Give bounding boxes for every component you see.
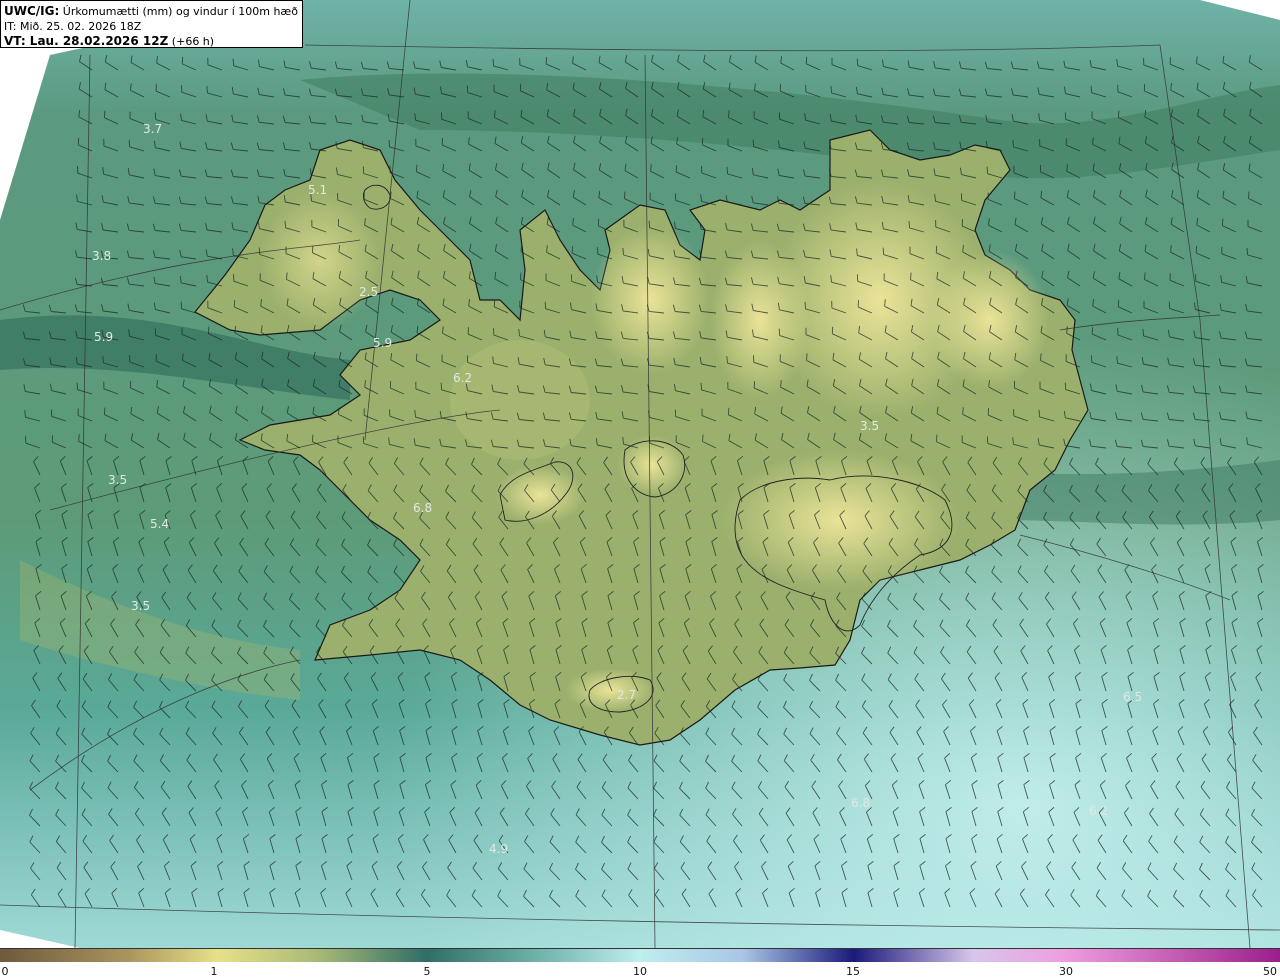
map-label: 6.8 <box>851 796 870 810</box>
map-label: 3.8 <box>92 249 111 263</box>
map-label: 5.9 <box>94 330 113 344</box>
colorbar-strip <box>0 949 1280 962</box>
map-label: 5.1 <box>308 183 327 197</box>
map-label: 4.9 <box>489 842 508 856</box>
map-label: 3.5 <box>131 599 150 613</box>
colorbar-tick: 1 <box>210 965 218 978</box>
colorbar-tick: 30 <box>1059 965 1073 978</box>
map-label: 6.8 <box>413 501 432 515</box>
map-label: 2.5 <box>359 285 378 299</box>
forecast-map: 3.7 5.1 3.8 2.5 5.9 5.9 6.2 3.5 3.5 5.4 … <box>0 0 1280 948</box>
colorbar-tick: 50 <box>1263 965 1277 978</box>
colorbar-tick: 10 <box>633 965 647 978</box>
map-label: 2.7 <box>617 688 636 702</box>
colorbar-tick: 5 <box>423 965 431 978</box>
map-label: 3.5 <box>108 473 127 487</box>
colorbar-tick: 15 <box>846 965 860 978</box>
map-label: 3.5 <box>860 419 879 433</box>
init-time: IT: Mið. 25. 02. 2026 18Z <box>4 19 142 33</box>
model-name: UWC/IG: <box>4 4 60 18</box>
map-label: 5.9 <box>373 336 392 350</box>
map-label: 6.2 <box>453 371 472 385</box>
valid-time: VT: Lau. 28.02.2026 12Z <box>4 34 169 48</box>
map-label: 3.7 <box>143 122 162 136</box>
map-label: 6.5 <box>1123 690 1142 704</box>
precipitation-colorbar: 0 1 5 10 15 30 50 <box>0 948 1280 979</box>
map-label: 6.2 <box>1089 804 1108 818</box>
field-description: Úrkomumætti (mm) og vindur í 100m hæð <box>59 5 298 18</box>
colorbar-tick: 0 <box>1 965 9 978</box>
map-title-box: UWC/IG: Úrkomumætti (mm) og vindur í 100… <box>0 0 303 48</box>
lead-time: (+66 h) <box>168 35 215 48</box>
map-label: 5.4 <box>150 517 169 531</box>
